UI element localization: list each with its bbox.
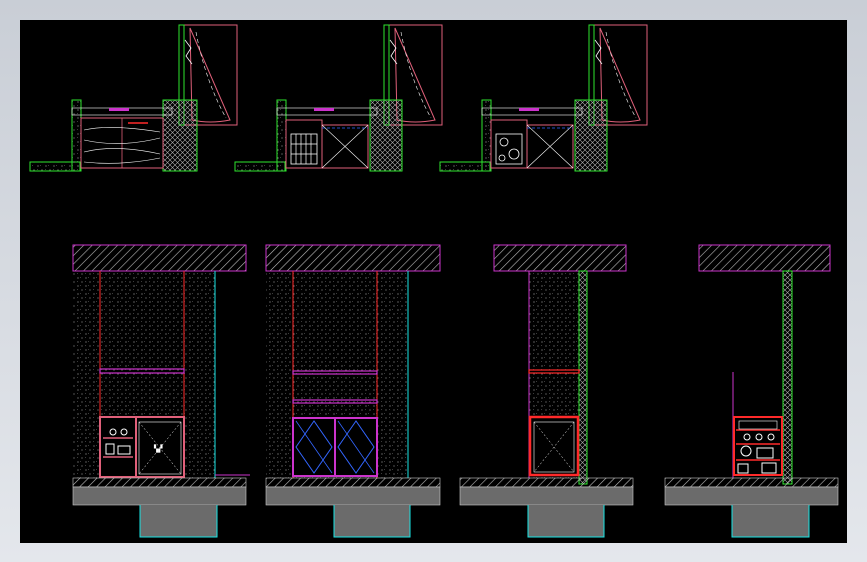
drawing-canvas[interactable]: ▚▞: [20, 20, 847, 543]
elevation-1: ▚▞: [72, 244, 250, 538]
floor-hatch: [72, 477, 247, 488]
floor-slab: [664, 486, 839, 506]
elevation-4: [664, 244, 839, 538]
elevation-3: [459, 244, 634, 538]
ceiling-slab: [72, 244, 247, 272]
wall-section: [29, 99, 198, 172]
partition-wall: [782, 270, 793, 485]
wall-section: [439, 99, 608, 172]
ceiling-slab: [265, 244, 441, 272]
wall-section: [234, 99, 403, 172]
viewer-frame: ▚▞: [0, 0, 867, 562]
foundation: [731, 505, 810, 538]
open-rack: [733, 416, 783, 476]
foundation: [333, 505, 411, 538]
plan-1: [29, 24, 238, 172]
open-shelf-cabinet: ▚▞: [99, 416, 185, 478]
floor-slab: [459, 486, 634, 506]
plan-3: [439, 24, 648, 172]
floor-slab: [265, 486, 441, 506]
shoe-cabinet-plan: [285, 119, 369, 169]
ceiling-slab: [698, 244, 831, 272]
plan-2: [234, 24, 443, 172]
floor-hatch: [664, 477, 839, 488]
floor-hatch: [459, 477, 634, 488]
single-door-cabinet: [528, 415, 580, 477]
wardrobe-plan: [80, 117, 164, 169]
svg-text:▚▞: ▚▞: [153, 444, 163, 453]
double-door-cabinet: [292, 417, 378, 477]
foundation: [527, 505, 605, 538]
cad-drawing: ▚▞: [29, 24, 839, 538]
elevation-2: [265, 244, 441, 538]
appliance-cabinet-plan: [490, 119, 574, 169]
ceiling-slab: [493, 244, 627, 272]
partition-wall: [578, 270, 588, 485]
floor-hatch: [265, 477, 441, 488]
foundation: [139, 505, 218, 538]
floor-slab: [72, 486, 247, 506]
